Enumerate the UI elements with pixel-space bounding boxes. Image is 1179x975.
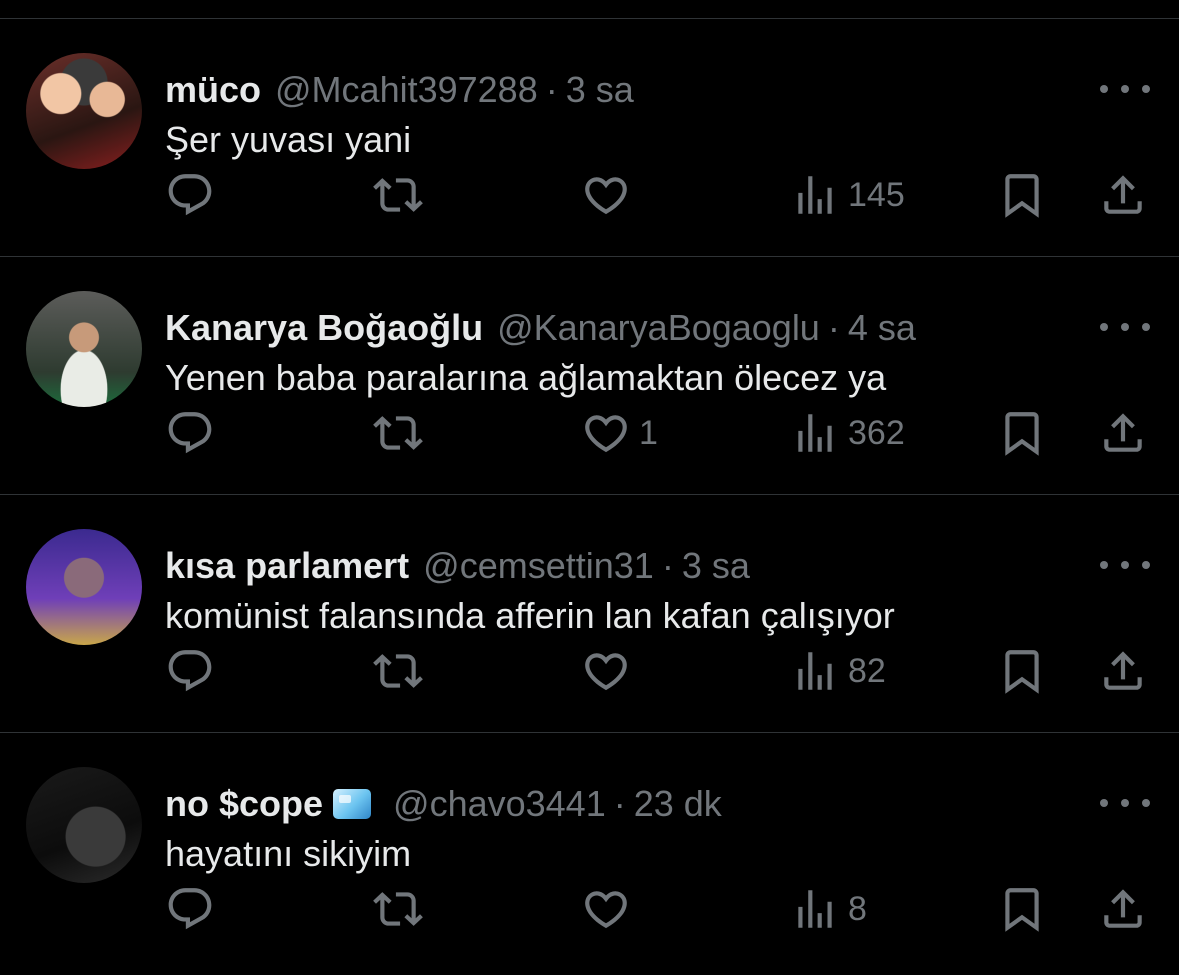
ice-emoji-icon (333, 789, 372, 819)
retweet-button[interactable] (373, 643, 431, 699)
retweet-button[interactable] (373, 167, 431, 223)
reply-button[interactable] (165, 167, 223, 223)
like-count: 1 (639, 413, 658, 452)
bookmark-icon (1005, 650, 1039, 694)
heart-icon (585, 415, 627, 453)
tweet-text: komünist falansında afferin lan kafan ça… (165, 595, 895, 636)
retweet-icon (373, 654, 423, 688)
share-icon (1104, 175, 1142, 214)
views-button[interactable]: 8 (790, 881, 867, 937)
like-button[interactable] (581, 643, 639, 699)
display-name[interactable]: müco (165, 69, 261, 111)
timestamp[interactable]: 4 sa (848, 307, 916, 349)
tweet-text: Yenen baba paralarına ağlamaktan ölecez … (165, 357, 887, 398)
bookmark-button[interactable] (997, 881, 1047, 937)
timestamp[interactable]: 3 sa (566, 69, 634, 111)
action-bar: 8 (0, 881, 1179, 937)
bookmark-icon (1005, 888, 1039, 932)
views-button[interactable]: 145 (790, 167, 905, 223)
tweet-header: Kanarya Boğaoğlu @KanaryaBogaoglu · 4 sa (165, 306, 916, 350)
reply-icon (168, 650, 212, 692)
view-count: 82 (848, 651, 886, 690)
user-handle[interactable]: @Mcahit397288 (275, 69, 538, 111)
tweet-header: no $cope @chavo3441 · 23 dk (165, 782, 722, 826)
more-icon[interactable] (1100, 76, 1150, 102)
action-bar: 1 362 (0, 405, 1179, 461)
reply-button[interactable] (165, 881, 223, 937)
view-count: 145 (848, 175, 905, 214)
timestamp[interactable]: 23 dk (634, 783, 722, 825)
display-name[interactable]: no $cope (165, 783, 323, 825)
avatar[interactable] (26, 529, 142, 645)
share-button[interactable] (1098, 643, 1148, 699)
display-name[interactable]: kısa parlamert (165, 545, 409, 587)
retweet-icon (373, 892, 423, 926)
user-handle[interactable]: @cemsettin31 (423, 545, 654, 587)
share-icon (1104, 651, 1142, 690)
separator-dot: · (613, 783, 626, 824)
heart-icon (585, 891, 627, 929)
share-icon (1104, 413, 1142, 452)
more-icon[interactable] (1100, 552, 1150, 578)
timestamp[interactable]: 3 sa (682, 545, 750, 587)
more-icon[interactable] (1100, 790, 1150, 816)
reply-icon (168, 888, 212, 930)
bookmark-button[interactable] (997, 405, 1047, 461)
user-handle[interactable]: @KanaryaBogaoglu (497, 307, 820, 349)
tweet-text: hayatını sikiyim (165, 833, 412, 874)
avatar[interactable] (26, 53, 142, 169)
more-icon[interactable] (1100, 314, 1150, 340)
heart-icon (585, 177, 627, 215)
reply-icon (168, 174, 212, 216)
reply-icon (168, 412, 212, 454)
separator-dot: · (661, 545, 674, 586)
tweet-header: kısa parlamert @cemsettin31 · 3 sa (165, 544, 750, 588)
reply-tweet[interactable]: no $cope @chavo3441 · 23 dk hayatını sik… (0, 733, 1179, 971)
avatar[interactable] (26, 767, 142, 883)
bookmark-button[interactable] (997, 167, 1047, 223)
reply-tweet[interactable]: kısa parlamert @cemsettin31 · 3 sa komün… (0, 495, 1179, 733)
user-handle[interactable]: @chavo3441 (393, 783, 606, 825)
action-bar: 82 (0, 643, 1179, 699)
display-name[interactable]: Kanarya Boğaoğlu (165, 307, 483, 349)
bookmark-button[interactable] (997, 643, 1047, 699)
reply-tweet[interactable]: müco @Mcahit397288 · 3 sa Şer yuvası yan… (0, 19, 1179, 257)
views-icon (798, 414, 832, 452)
share-button[interactable] (1098, 881, 1148, 937)
reply-button[interactable] (165, 643, 223, 699)
views-button[interactable]: 362 (790, 405, 905, 461)
view-count: 8 (848, 889, 867, 928)
reply-button[interactable] (165, 405, 223, 461)
bookmark-icon (1005, 174, 1039, 218)
separator-dot: · (545, 69, 558, 110)
like-button[interactable] (581, 167, 639, 223)
views-icon (798, 652, 832, 690)
bookmark-icon (1005, 412, 1039, 456)
share-icon (1104, 889, 1142, 928)
share-button[interactable] (1098, 167, 1148, 223)
views-icon (798, 176, 832, 214)
separator-dot: · (827, 307, 840, 348)
reply-tweet[interactable]: Kanarya Boğaoğlu @KanaryaBogaoglu · 4 sa… (0, 257, 1179, 495)
retweet-button[interactable] (373, 405, 431, 461)
retweet-icon (373, 178, 423, 212)
views-button[interactable]: 82 (790, 643, 886, 699)
views-icon (798, 890, 832, 928)
action-bar: 145 (0, 167, 1179, 223)
heart-icon (585, 653, 627, 691)
tweet-header: müco @Mcahit397288 · 3 sa (165, 68, 634, 112)
share-button[interactable] (1098, 405, 1148, 461)
retweet-button[interactable] (373, 881, 431, 937)
avatar[interactable] (26, 291, 142, 407)
like-button[interactable] (581, 881, 639, 937)
retweet-icon (373, 416, 423, 450)
tweet-text: Şer yuvası yani (165, 119, 412, 160)
like-button[interactable]: 1 (581, 405, 658, 461)
view-count: 362 (848, 413, 905, 452)
